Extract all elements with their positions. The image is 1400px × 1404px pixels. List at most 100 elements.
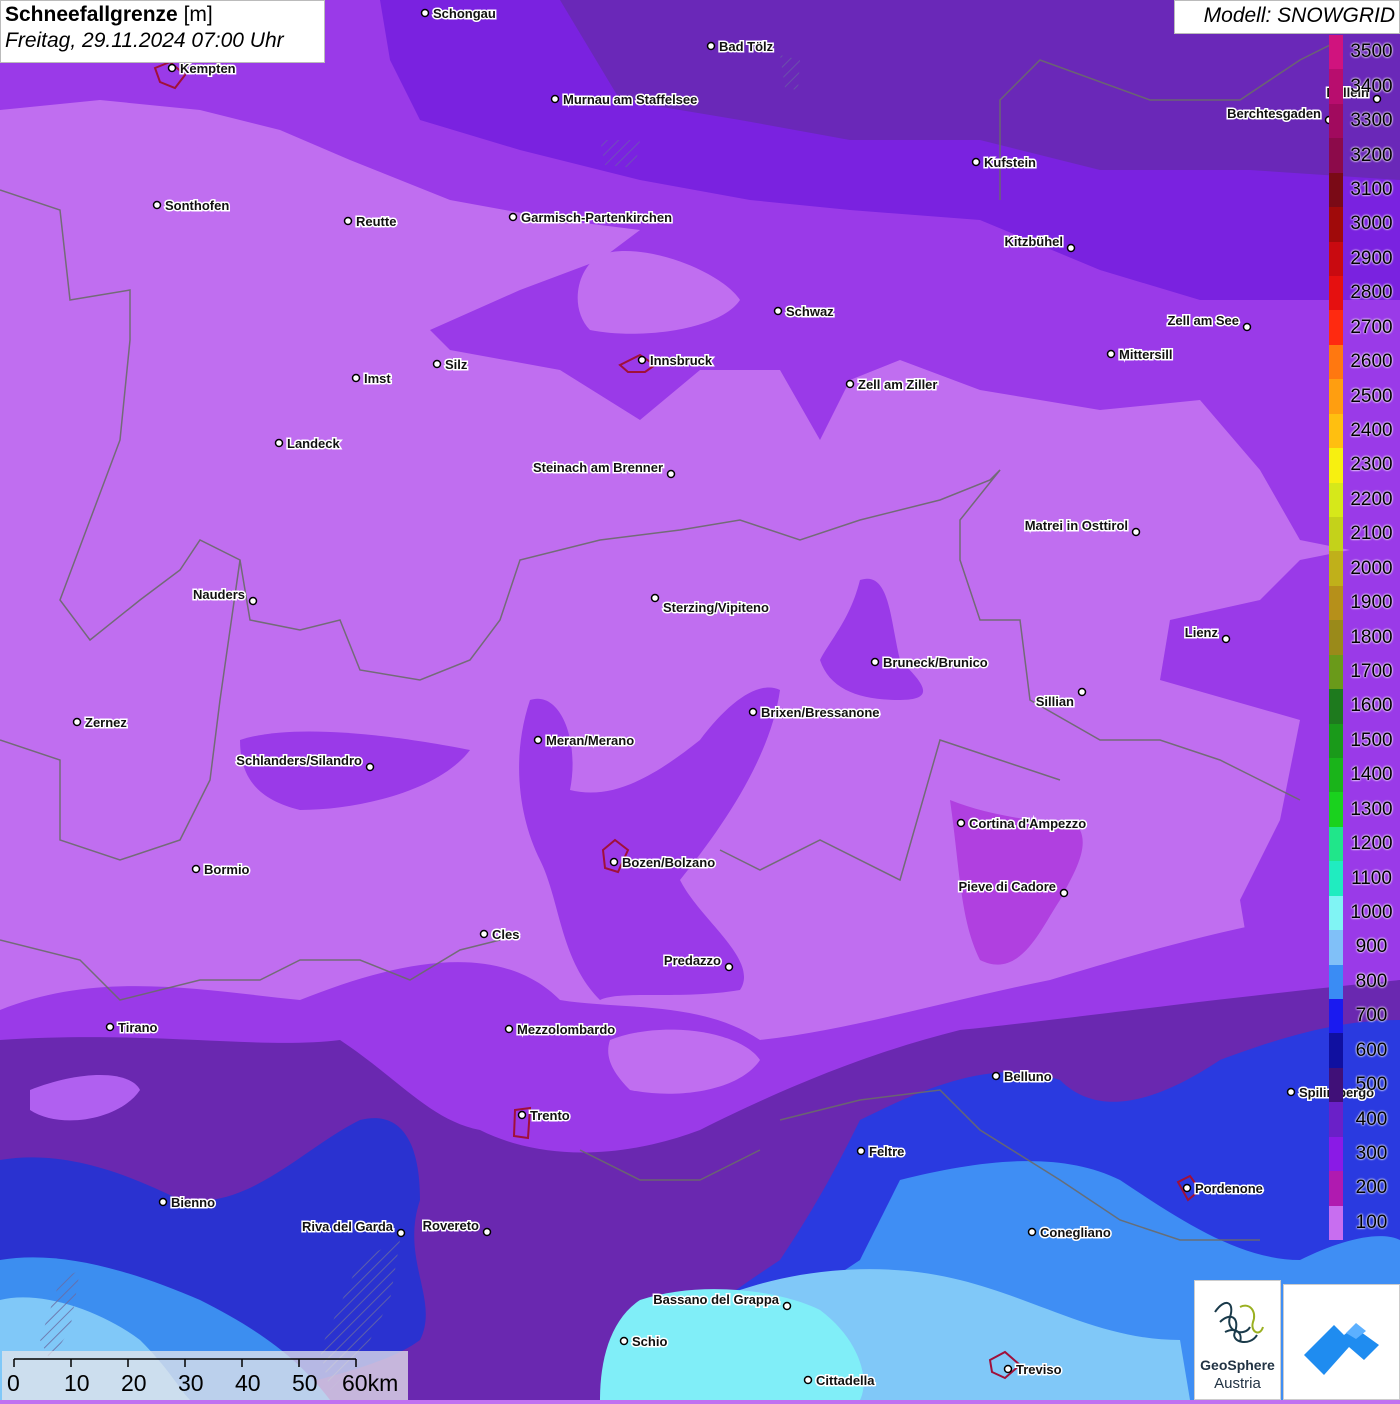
city-dot: [650, 593, 660, 603]
city-dot: [666, 469, 676, 479]
city-dot: [956, 818, 966, 828]
legend-swatch: [1329, 723, 1343, 759]
legend-label: 1600: [1350, 695, 1393, 717]
city-label: Garmisch-Partenkirchen: [521, 210, 672, 225]
city-dot: [845, 379, 855, 389]
legend-label: 1700: [1350, 660, 1393, 682]
city-label: Pordenone: [1195, 1181, 1263, 1196]
city-label: Cles: [492, 927, 519, 942]
scale-tick-label: 10: [64, 1370, 90, 1396]
city-label: Kufstein: [984, 155, 1036, 170]
city-dot: [191, 864, 201, 874]
legend-swatch: [1329, 103, 1343, 139]
color-legend: 3500 3400 3300 3200 3100 3000 2900 2800 2700 2600…: [1329, 35, 1400, 1241]
legend-label: 2500: [1350, 385, 1393, 407]
city-dot: [724, 962, 734, 972]
scale-tick-label: 0: [7, 1370, 20, 1396]
legend-label: 2000: [1350, 557, 1393, 579]
city-label: Kitzbühel: [1005, 234, 1064, 249]
legend-swatch: [1329, 551, 1343, 587]
city-label: Brixen/Bressanone: [761, 705, 880, 720]
app-logo-icon: [1304, 1323, 1379, 1375]
city-label: Conegliano: [1040, 1225, 1111, 1240]
city-label: Mezzolombardo: [517, 1022, 615, 1037]
city-dot: [1242, 322, 1252, 332]
city-dot: [167, 63, 177, 73]
city-dot: [619, 1336, 629, 1346]
city-marker: Bassano del Grappa: [652, 1291, 792, 1311]
city-label: Schwaz: [786, 304, 834, 319]
city-dot: [152, 200, 162, 210]
city-label: Innsbruck: [650, 353, 713, 368]
city-label: Kempten: [180, 61, 236, 76]
legend-label: 1200: [1350, 833, 1393, 855]
legend-swatch: [1329, 1067, 1343, 1103]
legend-swatch: [1329, 379, 1343, 415]
city-dot: [748, 707, 758, 717]
legend-swatch: [1329, 517, 1343, 552]
legend-label: 3300: [1350, 110, 1393, 132]
legend-swatch: [1329, 69, 1343, 105]
city-dot: [706, 41, 716, 51]
city-dot: [991, 1071, 1001, 1081]
city-dot: [479, 929, 489, 939]
city-dot: [1059, 888, 1069, 898]
legend-swatch: [1329, 930, 1343, 966]
map-title: Schneefallgrenze [m]: [5, 3, 320, 27]
legend-swatch: [1329, 999, 1343, 1034]
scale-tick-label: 40: [235, 1370, 261, 1396]
city-label: Reutte: [356, 214, 396, 229]
legend-swatch: [1329, 826, 1343, 862]
geosphere-emblem-icon: [1214, 1302, 1264, 1343]
city-label: Nauders: [193, 587, 245, 602]
city-marker: Conegliano: [1027, 1224, 1112, 1242]
legend-swatch: [1329, 585, 1343, 621]
legend-swatch: [1329, 1205, 1343, 1241]
legend-swatch: [1329, 964, 1343, 1000]
city-label: Schongau: [433, 6, 496, 21]
city-dot: [1286, 1087, 1296, 1097]
city-label: Mittersill: [1119, 347, 1172, 362]
city-marker: Riva del Garda: [300, 1218, 406, 1238]
legend-swatch: [1329, 689, 1343, 725]
legend-label: 1100: [1351, 867, 1392, 889]
legend-label: 3500: [1350, 41, 1393, 63]
scale-tick-label: 30: [178, 1370, 204, 1396]
city-label: Imst: [364, 371, 391, 386]
legend-swatch: [1329, 1136, 1343, 1172]
city-dot: [343, 216, 353, 226]
legend-swatch: [1329, 241, 1343, 277]
city-marker: Zell am Ziller: [845, 376, 939, 394]
legend-swatch: [1329, 138, 1343, 174]
city-label: Bassano del Grappa: [653, 1292, 779, 1307]
city-marker: Zell am See: [1166, 312, 1252, 332]
city-dot: [72, 717, 82, 727]
legend-label: 1400: [1350, 764, 1393, 786]
city-label: Zell am Ziller: [858, 377, 937, 392]
legend-label: 200: [1355, 1177, 1388, 1199]
city-dot: [870, 657, 880, 667]
model-label: Modell: SNOWGRID: [1174, 0, 1400, 34]
scale-tick-label: 50: [292, 1370, 318, 1396]
city-label: Lienz: [1185, 625, 1219, 640]
city-label: Tirano: [118, 1020, 158, 1035]
city-marker: Schongau: [420, 5, 497, 23]
city-label: Landeck: [287, 436, 341, 451]
city-dot: [517, 1110, 527, 1120]
legend-swatch: [1329, 344, 1343, 380]
legend-swatch: [1329, 861, 1343, 897]
city-dot: [248, 596, 258, 606]
legend-swatch: [1329, 35, 1343, 70]
city-marker: Murnau am Staffelsee: [550, 91, 699, 109]
city-label: Bozen/Bolzano: [622, 855, 715, 870]
city-marker: Cortina d'Ampezzo: [956, 815, 1088, 833]
city-dot: [533, 735, 543, 745]
legend-label: 1300: [1350, 798, 1393, 820]
city-marker: Innsbruck: [637, 352, 714, 370]
legend-swatch: [1329, 482, 1343, 518]
legend-label: 3400: [1350, 75, 1393, 97]
legend-label: 2600: [1350, 351, 1393, 373]
legend-label: 100: [1355, 1211, 1388, 1233]
city-label: Predazzo: [664, 953, 721, 968]
city-label: Bienno: [171, 1195, 215, 1210]
